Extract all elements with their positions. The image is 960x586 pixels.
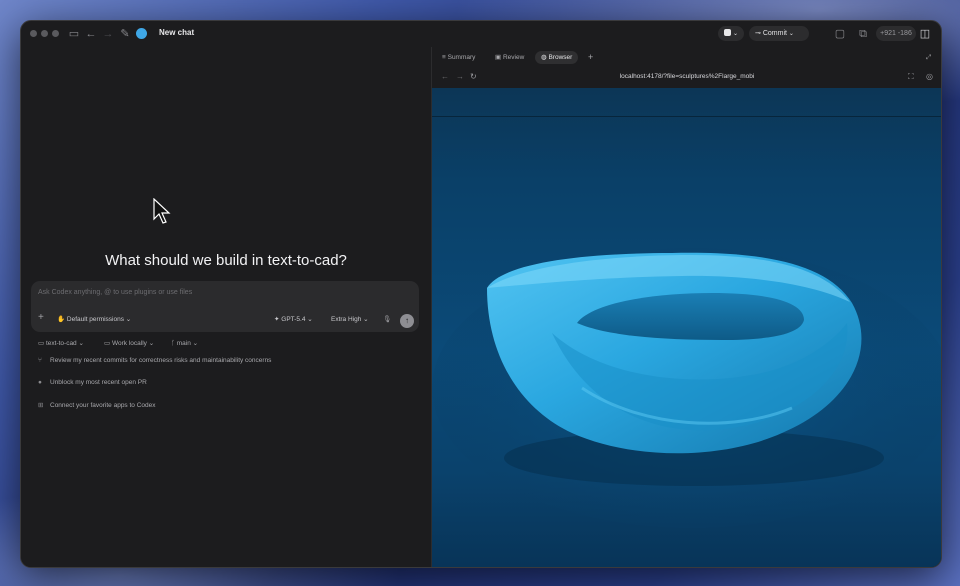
microphone-icon[interactable]: 🎙 xyxy=(383,315,391,323)
chevron-down-icon: ⌄ xyxy=(125,316,132,323)
location-label: Work locally xyxy=(111,340,147,347)
chevron-down-icon: ⌄ xyxy=(307,316,313,323)
composer: Ask Codex anything, @ to use plugins or … xyxy=(31,281,419,332)
suggestion-item[interactable]: ● Unblock my most recent open PR xyxy=(38,379,147,386)
permissions-dropdown[interactable]: ✋ Default permissions ⌄ xyxy=(57,315,131,323)
chevron-down-icon: ⌄ xyxy=(192,340,199,347)
model-dropdown[interactable]: ✦ GPT-5.4 ⌄ xyxy=(274,315,313,323)
settings-icon[interactable]: ◎ xyxy=(926,72,933,81)
mobius-sculpture xyxy=(432,248,941,528)
branch-label: main xyxy=(176,340,191,347)
browser-viewport[interactable] xyxy=(432,88,941,567)
panel-toggle-icon[interactable]: ◫ xyxy=(918,27,932,41)
close-window-button[interactable] xyxy=(30,30,37,37)
suggestion-label: Review my recent commits for correctness… xyxy=(50,357,272,364)
project-dropdown[interactable]: ▭ text-to-cad ⌄ xyxy=(38,339,84,347)
branch-icon: ᚴ xyxy=(171,340,175,347)
hand-icon: ✋ xyxy=(57,316,66,323)
chat-pane: What should we build in text-to-cad? Ask… xyxy=(21,47,431,567)
add-attachment-icon[interactable]: + xyxy=(38,312,44,323)
diff-stat-badge[interactable]: +921 -186 xyxy=(876,26,916,41)
apps-icon: ⊞ xyxy=(38,402,44,409)
page-title: What should we build in text-to-cad? xyxy=(105,252,347,269)
browser-panel: ≡ Summary ▣ Review ◍ Browser + ⤢ ← → ↻ l… xyxy=(431,47,941,567)
commit-icon: ⊸ xyxy=(755,30,761,37)
expand-icon[interactable]: ⤢ xyxy=(920,51,937,64)
avatar[interactable] xyxy=(136,28,147,39)
commit-label: Commit xyxy=(762,30,787,37)
mouse-cursor-icon xyxy=(153,198,171,224)
title-bar: ▭ ← → ✎ New chat ⌄ ⊸ Commit ⌄ ▢ ⧉ +921 -… xyxy=(21,21,941,47)
suggestion-label: Connect your favorite apps to Codex xyxy=(50,402,156,409)
prompt-input[interactable]: Ask Codex anything, @ to use plugins or … xyxy=(38,289,192,296)
chat-title: New chat xyxy=(159,28,195,37)
back-arrow-icon[interactable]: ← xyxy=(84,27,98,41)
chevron-down-icon: ⌄ xyxy=(363,316,369,323)
tab-label: Summary xyxy=(447,54,476,61)
send-button[interactable]: ↑ xyxy=(400,314,414,328)
screenshot-icon[interactable]: ⛶ xyxy=(908,72,914,82)
folder-icon: ▭ xyxy=(38,340,45,347)
chevron-down-icon: ⌄ xyxy=(148,340,155,347)
reasoning-dropdown[interactable]: Extra High ⌄ xyxy=(331,315,369,323)
model-label: GPT-5.4 xyxy=(281,316,306,323)
forward-arrow-icon[interactable]: → xyxy=(101,27,115,41)
chevron-down-icon: ⌄ xyxy=(78,340,84,347)
commit-button[interactable]: ⊸ Commit ⌄ xyxy=(749,26,809,41)
commit-icon: ⑂ xyxy=(38,357,42,364)
chevron-down-icon: ⌄ xyxy=(732,31,738,37)
review-icon: ▣ xyxy=(495,54,502,61)
app-window: ▭ ← → ✎ New chat ⌄ ⊸ Commit ⌄ ▢ ⧉ +921 -… xyxy=(20,20,942,568)
list-icon: ≡ xyxy=(442,54,446,61)
branch-dropdown[interactable]: ᚴ main ⌄ xyxy=(171,339,198,347)
location-dropdown[interactable]: ▭ Work locally ⌄ xyxy=(104,339,154,347)
window-copy-icon[interactable]: ⧉ xyxy=(856,27,870,41)
laptop-icon: ▭ xyxy=(104,340,111,347)
editor-icon xyxy=(724,29,731,36)
tab-browser[interactable]: ◍ Browser xyxy=(535,51,579,64)
tab-summary[interactable]: ≡ Summary xyxy=(436,51,481,64)
zoom-window-button[interactable] xyxy=(52,30,59,37)
suggestion-item[interactable]: ⑂ Review my recent commits for correctnes… xyxy=(38,357,271,364)
add-tab-icon[interactable]: + xyxy=(582,51,599,64)
tab-label: Browser xyxy=(548,54,573,61)
terminal-icon[interactable]: ▢ xyxy=(833,27,847,41)
github-icon: ● xyxy=(38,379,42,386)
tab-label: Review xyxy=(502,54,525,61)
sparkle-icon: ✦ xyxy=(274,316,280,323)
arrow-up-icon: ↑ xyxy=(405,316,409,325)
minimize-window-button[interactable] xyxy=(41,30,48,37)
sidebar-toggle-icon[interactable]: ▭ xyxy=(67,27,81,41)
suggestion-label: Unblock my most recent open PR xyxy=(50,379,147,386)
globe-icon: ◍ xyxy=(541,54,547,61)
project-label: text-to-cad xyxy=(45,340,77,347)
reasoning-label: Extra High xyxy=(331,316,362,323)
tab-review[interactable]: ▣ Review xyxy=(489,51,530,64)
editor-picker-button[interactable]: ⌄ xyxy=(718,26,744,41)
suggestion-item[interactable]: ⊞ Connect your favorite apps to Codex xyxy=(38,401,156,409)
new-chat-icon[interactable]: ✎ xyxy=(118,27,132,41)
permissions-label: Default permissions xyxy=(66,316,124,323)
address-bar[interactable]: localhost:4178/?file=sculptures%2Flarge_… xyxy=(432,73,941,80)
chevron-down-icon: ⌄ xyxy=(788,31,794,37)
